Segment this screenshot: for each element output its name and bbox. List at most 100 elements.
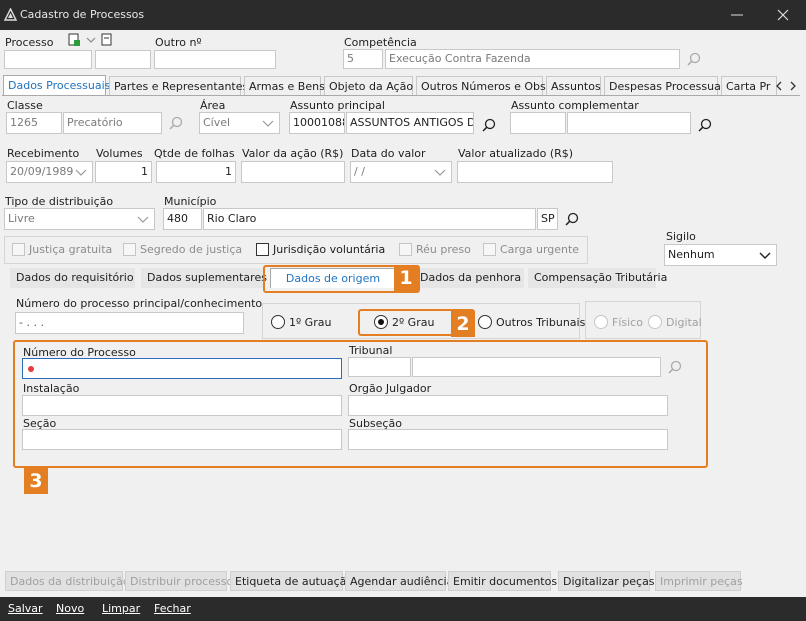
tab-scroll-arrows[interactable] xyxy=(772,79,800,93)
dados-distribuicao-button[interactable]: Dados da distribuição xyxy=(5,571,130,591)
step-badge-2: 2 xyxy=(451,311,475,337)
data-valor-select[interactable]: / / xyxy=(350,161,452,183)
grau-1-radio[interactable]: 1º Grau xyxy=(271,315,331,329)
tab-dados-processuais[interactable]: Dados Processuais xyxy=(3,75,110,96)
valor-acao-field[interactable] xyxy=(241,161,345,183)
justica-gratuita-label: Justiça gratuita xyxy=(29,243,113,256)
outros-tribunais-label: Outros Tribunais xyxy=(496,315,586,329)
instalacao-label: Instalação xyxy=(23,382,80,395)
limpar-button[interactable]: Limpar xyxy=(102,602,140,615)
recebimento-select[interactable]: 20/09/1989 xyxy=(6,161,93,183)
assunto-complementar-name-field[interactable] xyxy=(567,112,691,134)
tab-objeto-acao[interactable]: Objeto da Ação xyxy=(324,76,413,96)
segredo-justica-checkbox[interactable]: Segredo de justiça xyxy=(123,243,242,256)
subtab-compensacao[interactable]: Compensação Tributária xyxy=(528,268,667,288)
radio-circle xyxy=(271,315,285,329)
volumes-label: Volumes xyxy=(96,147,143,160)
justica-gratuita-checkbox[interactable]: Justiça gratuita xyxy=(12,243,112,256)
assunto-complementar-search-icon[interactable] xyxy=(697,118,713,134)
checkbox-box xyxy=(123,243,136,256)
processo-label: Processo xyxy=(5,36,54,49)
required-dot-icon xyxy=(28,366,34,372)
close-icon[interactable] xyxy=(774,6,792,24)
new-document-icon[interactable] xyxy=(67,33,81,47)
orgao-julgador-field[interactable] xyxy=(348,395,668,416)
competencia-code-field[interactable]: 5 xyxy=(343,49,383,69)
novo-button[interactable]: Novo xyxy=(56,602,84,615)
imprimir-pecas-button[interactable]: Imprimir peças xyxy=(655,571,743,591)
tab-partes-representantes[interactable]: Partes e Representantes xyxy=(109,76,248,96)
subsecao-field[interactable] xyxy=(348,429,668,450)
search-icon[interactable] xyxy=(686,52,702,68)
fisico-radio[interactable]: Físico xyxy=(594,315,643,329)
chevron-down-icon xyxy=(137,216,149,223)
fechar-button[interactable]: Fechar xyxy=(154,602,191,615)
sigilo-select[interactable]: Nenhum xyxy=(664,244,777,266)
num-principal-field[interactable]: - . . . xyxy=(15,312,244,334)
competencia-name-field[interactable]: Execução Contra Fazenda xyxy=(385,49,680,69)
volumes-field[interactable]: 1 xyxy=(95,161,152,183)
tipo-distribuicao-select[interactable]: Livre xyxy=(4,208,155,230)
municipio-search-icon[interactable] xyxy=(564,212,580,228)
outro-label: Outro nº xyxy=(155,36,202,49)
area-select[interactable]: Cível xyxy=(199,112,280,134)
tipo-distribuicao-value: Livre xyxy=(8,212,35,225)
footer-bar: Salvar Novo Limpar Fechar xyxy=(0,597,806,621)
radio-circle xyxy=(648,315,662,329)
secao-field[interactable] xyxy=(22,429,342,450)
subtab-penhora[interactable]: Dados da penhora xyxy=(414,268,524,288)
municipio-code-field[interactable]: 480 xyxy=(163,208,202,230)
tribunal-label: Tribunal xyxy=(349,344,393,357)
distribuir-processo-button[interactable]: Distribuir processo xyxy=(125,571,233,591)
carga-urgente-checkbox[interactable]: Carga urgente xyxy=(483,243,579,256)
tribunal-name-field[interactable] xyxy=(412,357,661,377)
processo-number-field-2[interactable] xyxy=(95,50,151,69)
reu-preso-checkbox[interactable]: Réu preso xyxy=(399,243,471,256)
jurisdicao-voluntaria-checkbox[interactable]: Jurisdição voluntária xyxy=(256,243,385,256)
numero-processo-field[interactable] xyxy=(22,358,342,379)
recebimento-label: Recebimento xyxy=(7,147,80,160)
folhas-field[interactable]: 1 xyxy=(156,161,236,183)
municipio-label: Município xyxy=(164,195,217,208)
assunto-complementar-code-field[interactable] xyxy=(510,112,566,134)
notes-icon[interactable] xyxy=(101,33,113,46)
minimize-icon[interactable] xyxy=(728,6,746,24)
instalacao-field[interactable] xyxy=(22,395,342,416)
tab-armas-bens[interactable]: Armas e Bens xyxy=(244,76,325,96)
outro-numero-field[interactable] xyxy=(154,50,276,69)
valor-atualizado-field[interactable] xyxy=(457,161,613,183)
tribunal-search-icon[interactable] xyxy=(667,360,683,376)
chevron-down-icon[interactable] xyxy=(86,36,96,44)
tipo-distribuicao-label: Tipo de distribuição xyxy=(5,195,114,208)
classe-search-icon[interactable] xyxy=(168,116,184,132)
orgao-julgador-label: Orgão Julgador xyxy=(349,382,432,395)
municipio-name-field[interactable]: Rio Claro xyxy=(203,208,536,230)
subtab-requisitorio[interactable]: Dados do requisitório xyxy=(10,268,135,288)
digital-radio[interactable]: Digital xyxy=(648,315,702,329)
outros-tribunais-radio[interactable]: Outros Tribunais xyxy=(478,315,585,329)
agendar-audiencia-button[interactable]: Agendar audiência xyxy=(345,571,453,591)
classe-name-field[interactable]: Precatório xyxy=(63,112,162,134)
municipio-uf-field[interactable]: SP xyxy=(537,208,558,230)
tab-carta-precatoria[interactable]: Carta Pr xyxy=(721,76,777,96)
valor-atualizado-label: Valor atualizado (R$) xyxy=(458,147,574,160)
tab-despesas-processuais[interactable]: Despesas Processuais xyxy=(604,76,730,96)
tab-assuntos[interactable]: Assuntos xyxy=(546,76,601,96)
digitalizar-pecas-button[interactable]: Digitalizar peças xyxy=(558,571,655,591)
data-valor-label: Data do valor xyxy=(351,147,426,160)
emitir-documentos-button[interactable]: Emitir documentos xyxy=(448,571,557,591)
classe-code-field[interactable]: 1265 xyxy=(6,112,62,134)
chevron-down-icon xyxy=(75,169,87,176)
assunto-principal-code-field[interactable]: 10001088 xyxy=(289,112,345,134)
etiqueta-autuacao-button[interactable]: Etiqueta de autuação xyxy=(230,571,353,591)
salvar-button[interactable]: Salvar xyxy=(8,602,43,615)
tab-outros-numeros[interactable]: Outros Números e Obs. xyxy=(416,76,549,96)
assunto-principal-search-icon[interactable] xyxy=(481,118,497,134)
area-label: Área xyxy=(200,99,226,112)
subtab-suplementares[interactable]: Dados suplementares xyxy=(141,268,267,288)
processo-number-field[interactable] xyxy=(4,50,92,69)
app-logo-icon xyxy=(4,8,17,21)
tribunal-code-field[interactable] xyxy=(348,357,411,377)
folhas-label: Qtde de folhas xyxy=(154,147,235,160)
assunto-principal-name-field[interactable]: ASSUNTOS ANTIGOS DO xyxy=(346,112,474,134)
